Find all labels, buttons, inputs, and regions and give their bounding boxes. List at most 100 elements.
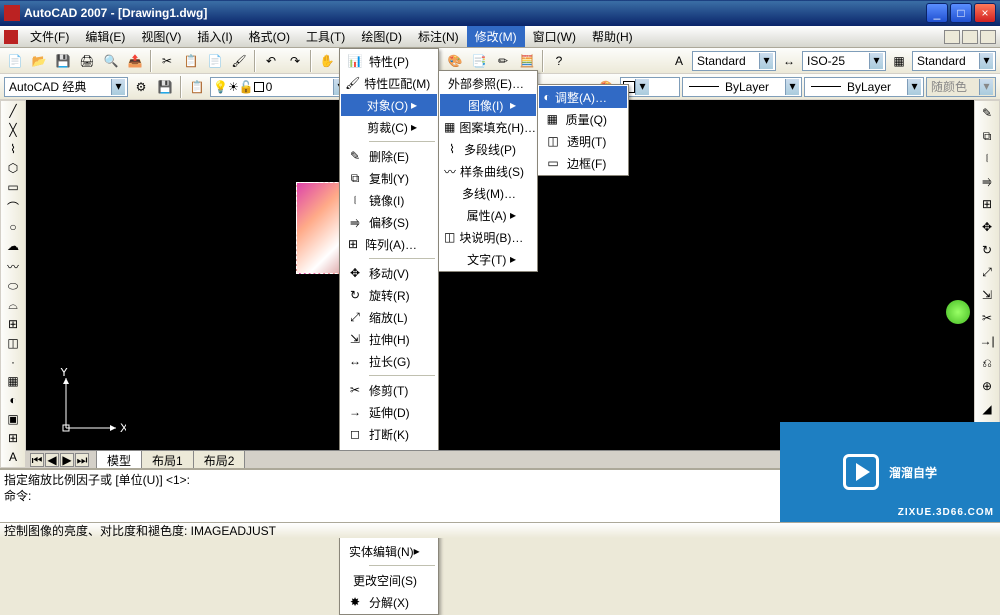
revcloud-icon[interactable]: ☁ <box>2 238 24 255</box>
workspace-dropdown[interactable]: AutoCAD 经典▾ <box>4 77 128 97</box>
paste-icon[interactable]: 📄 <box>204 50 226 72</box>
insert-icon[interactable]: ⊞ <box>2 316 24 333</box>
menu-scale[interactable]: ⤢缩放(L) <box>341 306 437 328</box>
publish-icon[interactable]: 📤 <box>124 50 146 72</box>
rotate-icon[interactable]: ↻ <box>976 240 998 261</box>
tab-model[interactable]: 模型 <box>96 450 142 470</box>
submenu-xref[interactable]: 外部参照(E)… <box>440 72 536 94</box>
table-icon[interactable]: ⊞ <box>2 429 24 446</box>
textstyle-dropdown[interactable]: Standard▾ <box>692 51 776 71</box>
scale-icon[interactable]: ⤢ <box>976 262 998 283</box>
submenu-attribute[interactable]: 属性(A)▸ <box>440 204 536 226</box>
menu-mirror[interactable]: ⧙镜像(I) <box>341 189 437 211</box>
close-button[interactable]: × <box>974 3 996 23</box>
menu-draw[interactable]: 绘图(D) <box>353 26 410 47</box>
ssm-icon[interactable]: 📑 <box>468 50 490 72</box>
line-icon[interactable]: ╱ <box>2 103 24 120</box>
copy-icon[interactable]: 📋 <box>180 50 202 72</box>
preview-icon[interactable]: 🔍 <box>100 50 122 72</box>
xline-icon[interactable]: ╳ <box>2 122 24 139</box>
mdi-minimize[interactable] <box>944 30 960 44</box>
submenu-image[interactable]: 图像(I)▸ <box>440 94 536 116</box>
cut-icon[interactable]: ✂ <box>156 50 178 72</box>
submenu-spline[interactable]: 〰样条曲线(S) <box>440 160 536 182</box>
tab-next-icon[interactable]: ▶ <box>60 453 74 467</box>
dimstyle-dropdown[interactable]: ISO-25▾ <box>802 51 886 71</box>
save-icon[interactable]: 💾 <box>52 50 74 72</box>
chamfer-icon[interactable]: ◢ <box>976 399 998 420</box>
menu-window[interactable]: 窗口(W) <box>525 26 584 47</box>
move-icon[interactable]: ✥ <box>976 217 998 238</box>
layer-dropdown[interactable]: 💡 ☀ 🔓 0▾ <box>210 77 350 97</box>
pline-icon[interactable]: ⌇ <box>2 141 24 158</box>
break-icon[interactable]: ⎌ <box>976 353 998 374</box>
menu-erase[interactable]: ✎删除(E) <box>341 145 437 167</box>
hatch-icon[interactable]: ▦ <box>2 372 24 389</box>
submenu-transparency[interactable]: ◫透明(T) <box>539 130 627 152</box>
menu-move[interactable]: ✥移动(V) <box>341 262 437 284</box>
spline-icon[interactable]: 〰 <box>2 257 24 276</box>
maximize-button[interactable]: □ <box>950 3 972 23</box>
extend-icon[interactable]: →| <box>976 331 998 352</box>
submenu-mline[interactable]: 多线(M)… <box>440 182 536 204</box>
menu-modify[interactable]: 修改(M) <box>467 26 525 47</box>
menu-matchprops[interactable]: 🖌特性匹配(M) <box>341 72 437 94</box>
mdi-close[interactable] <box>980 30 996 44</box>
polygon-icon[interactable]: ⬡ <box>2 160 24 177</box>
mtext-icon[interactable]: A <box>2 448 24 465</box>
menu-copy[interactable]: ⧉复制(Y) <box>341 167 437 189</box>
redo-icon[interactable]: ↷ <box>284 50 306 72</box>
menu-lengthen[interactable]: ↔拉长(G) <box>341 350 437 372</box>
menu-rotate[interactable]: ↻旋转(R) <box>341 284 437 306</box>
menu-help[interactable]: 帮助(H) <box>584 26 641 47</box>
menu-format[interactable]: 格式(O) <box>241 26 298 47</box>
color-dropdown[interactable]: ▾ <box>620 77 680 97</box>
menu-solidedit[interactable]: 实体编辑(N)▸ <box>341 540 437 562</box>
menu-break[interactable]: ◻打断(K) <box>341 423 437 445</box>
textstyle-icon[interactable]: A <box>668 50 690 72</box>
submenu-hatch[interactable]: ▦图案填充(H)… <box>440 116 536 138</box>
ellipsearc-icon[interactable]: ⌓ <box>2 297 24 314</box>
menu-array[interactable]: ⊞阵列(A)… <box>341 233 437 255</box>
block-icon[interactable]: ◫ <box>2 335 24 352</box>
tablestyle-dropdown[interactable]: Standard▾ <box>912 51 996 71</box>
submenu-quality[interactable]: ▦质量(Q) <box>539 108 627 130</box>
gradient-icon[interactable]: ◐ <box>2 391 24 408</box>
dimstyle-icon[interactable]: ↔ <box>778 50 800 72</box>
tablestyle-icon[interactable]: ▦ <box>888 50 910 72</box>
arc-icon[interactable]: ⌒ <box>2 198 24 217</box>
markup-icon[interactable]: ✏ <box>492 50 514 72</box>
mdi-restore[interactable] <box>962 30 978 44</box>
help-icon[interactable]: ? <box>548 50 570 72</box>
menu-view[interactable]: 视图(V) <box>133 26 189 47</box>
ws-save-icon[interactable]: 💾 <box>154 76 176 98</box>
offset-icon[interactable]: ⥤ <box>976 171 998 192</box>
pan-icon[interactable]: ✋ <box>316 50 338 72</box>
menu-stretch[interactable]: ⇲拉伸(H) <box>341 328 437 350</box>
region-icon[interactable]: ▣ <box>2 410 24 427</box>
copy-tool-icon[interactable]: ⧉ <box>976 126 998 147</box>
menu-trim[interactable]: ✂修剪(T) <box>341 379 437 401</box>
menu-extend[interactable]: →延伸(D) <box>341 401 437 423</box>
rect-icon[interactable]: ▭ <box>2 179 24 196</box>
menu-offset[interactable]: ⥤偏移(S) <box>341 211 437 233</box>
join-icon[interactable]: ⊕ <box>976 376 998 397</box>
submenu-frame[interactable]: ▭边框(F) <box>539 152 627 174</box>
menu-file[interactable]: 文件(F) <box>22 26 77 47</box>
menu-dimension[interactable]: 标注(N) <box>410 26 467 47</box>
submenu-adjust[interactable]: ◐调整(A)… <box>539 86 627 108</box>
submenu-blockdesc[interactable]: ◫块说明(B)… <box>440 226 536 248</box>
open-icon[interactable]: 📂 <box>28 50 50 72</box>
menu-chspace[interactable]: 更改空间(S) <box>341 569 437 591</box>
stretch-icon[interactable]: ⇲ <box>976 285 998 306</box>
calc-icon[interactable]: 🧮 <box>516 50 538 72</box>
menu-object[interactable]: 对象(O)▸ <box>341 94 437 116</box>
mirror-icon[interactable]: ⧙ <box>976 149 998 170</box>
matchprops-icon[interactable]: 🖌 <box>228 50 250 72</box>
trim-icon[interactable]: ✂ <box>976 308 998 329</box>
tab-layout2[interactable]: 布局2 <box>193 450 246 470</box>
plot-icon[interactable]: 🖨 <box>76 50 98 72</box>
menu-properties[interactable]: 📊特性(P) <box>341 50 437 72</box>
tab-prev-icon[interactable]: ◀ <box>45 453 59 467</box>
layer-props-icon[interactable]: 📋 <box>186 76 208 98</box>
